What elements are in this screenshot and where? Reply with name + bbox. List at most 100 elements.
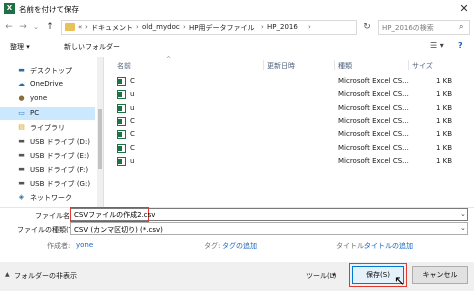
navigation-bar: ← → ⌄ ↑ « › ドキュメント › old_mydoc › HP用データフ… [0,17,474,37]
search-icon[interactable]: ⌕ [459,22,463,32]
column-divider[interactable] [408,60,409,70]
file-name: u [130,156,135,165]
sidebar-item-label: USB ドライブ (E:) [30,152,90,160]
column-header-modified[interactable]: 更新日時 [267,61,295,71]
column-divider[interactable] [334,60,335,70]
filetype-value: CSV (カンマ区切り) (*.csv) [74,226,163,234]
usb-drive-icon: ▬ [18,151,25,159]
file-size: 1 KB [436,116,453,125]
network-icon: ◈ [18,193,25,201]
tags-label: タグ: [204,242,221,250]
file-row[interactable]: C Microsoft Excel CS... 1 KB [114,75,468,88]
organize-menu[interactable]: 整理 ▾ [10,42,30,52]
tools-dropdown-icon[interactable]: ▾ [332,271,336,279]
sidebar-item[interactable]: ▬ USB ドライブ (D:) [0,135,95,148]
sidebar-scroll-thumb[interactable] [98,109,102,169]
file-size: 1 KB [436,90,453,99]
folder-icon [65,23,75,31]
filetype-select[interactable]: CSV (カンマ区切り) (*.csv) ⌄ [70,222,468,235]
file-name: C [130,143,135,152]
desktop-icon: ▬ [18,66,25,74]
onedrive-icon: ☁ [18,80,25,88]
file-type: Microsoft Excel CS... [338,103,409,112]
breadcrumb-separator: › [136,23,139,31]
excel-csv-file-icon [117,130,126,140]
file-type: Microsoft Excel CS... [338,143,409,152]
hide-folders-icon[interactable]: ▲ [5,271,10,278]
file-type: Microsoft Excel CS... [338,130,409,139]
file-name: u [130,90,135,99]
excel-csv-file-icon [117,116,126,126]
refresh-icon[interactable]: ↻ [360,20,374,35]
navigation-pane: ▬ デスクトップ ☁ OneDrive ● yone ▭ PC ▤ ライブラリ ▬ USB ドライブ … [0,57,104,207]
sidebar-item-label: USB ドライブ (F:) [30,166,89,174]
excel-csv-file-icon [117,103,126,113]
sidebar-item-label: OneDrive [30,80,63,88]
sidebar-item[interactable]: ▬ デスクトップ [0,64,95,77]
filetype-dropdown-icon[interactable]: ⌄ [460,224,466,232]
sidebar-item-label: ライブラリ [30,124,65,132]
sidebar-item[interactable]: ▭ PC [0,107,95,120]
breadcrumb-item[interactable]: ドキュメント [91,23,133,33]
sidebar-item[interactable]: ▬ USB ドライブ (E:) [0,149,95,162]
cancel-button[interactable]: キャンセル [412,266,468,284]
sidebar-item[interactable]: ▬ USB ドライブ (G:) [0,177,95,190]
title-bar: X 名前を付けて保存 ✕ [0,0,474,17]
file-row[interactable]: C Microsoft Excel CS... 1 KB [114,142,468,155]
mouse-cursor-icon: ↖ [394,274,405,289]
pc-icon: ▭ [18,109,25,117]
up-arrow-icon[interactable]: ↑ [44,20,56,34]
close-icon[interactable]: ✕ [456,1,472,16]
sidebar-item[interactable]: ● yone [0,92,95,105]
sidebar-item[interactable]: ☁ OneDrive [0,78,95,91]
file-row[interactable]: u Microsoft Excel CS... 1 KB [114,155,468,168]
file-name: C [130,77,135,85]
column-header-size[interactable]: サイズ [412,61,433,71]
sidebar-item-label: デスクトップ [30,67,72,75]
window-title: 名前を付けて保存 [19,5,79,14]
file-list: 名前 ^ 更新日時 種類 サイズ C Microsoft Excel CS... 1… [108,56,474,207]
search-input[interactable]: HP_2016の検索 ⌕ [378,20,470,35]
file-type: Microsoft Excel CS... [338,156,409,165]
file-type: Microsoft Excel CS... [338,90,409,99]
column-header-type[interactable]: 種類 [338,61,352,71]
file-row[interactable]: u Microsoft Excel CS... 1 KB [114,102,468,115]
address-bar[interactable]: « › ドキュメント › old_mydoc › HP用データファイル › HP… [61,20,357,35]
sidebar-item[interactable]: ▬ USB ドライブ (F:) [0,163,95,176]
new-folder-button[interactable]: 新しいフォルダー [64,42,120,52]
filename-highlight-box: CSVファイルの作成2.csv [70,207,155,222]
excel-csv-file-icon [117,156,126,166]
breadcrumb-item[interactable]: HP用データファイル [189,23,255,33]
excel-csv-file-icon [117,90,126,100]
file-row[interactable]: u Microsoft Excel CS... 1 KB [114,88,468,101]
hide-folders-button[interactable]: フォルダーの非表示 [14,271,77,281]
back-arrow-icon[interactable]: ← [3,20,15,34]
sidebar-item[interactable]: ▤ ライブラリ [0,121,95,134]
breadcrumb-item[interactable]: HP_2016 [267,23,298,31]
command-toolbar: 整理 ▾ 新しいフォルダー ☰ ▾ ? [0,38,474,56]
recent-locations-chevron-icon[interactable]: ⌄ [30,20,42,34]
file-row[interactable]: C Microsoft Excel CS... 1 KB [114,128,468,141]
filetype-label: ファイルの種類(T): [17,226,79,234]
filename-value[interactable]: CSVファイルの作成2.csv [74,210,155,220]
breadcrumb-overflow[interactable]: « [78,23,82,31]
view-options-icon[interactable]: ☰ ▾ [430,41,444,50]
usb-drive-icon: ▬ [18,165,25,173]
file-row[interactable]: C Microsoft Excel CS... 1 KB [114,115,468,128]
usb-drive-icon: ▬ [18,179,25,187]
title-meta-value[interactable]: タイトルの追加 [364,241,413,251]
tags-value[interactable]: タグの追加 [222,241,257,251]
sidebar-item[interactable]: ◈ ネットワーク [0,191,95,204]
filename-dropdown-icon[interactable]: ⌄ [460,210,466,218]
author-value[interactable]: yone [76,241,93,249]
column-header-name[interactable]: 名前 [117,61,131,71]
forward-arrow-icon[interactable]: → [17,20,29,34]
sidebar-item-label: yone [30,94,48,102]
file-type: Microsoft Excel CS... [338,77,409,85]
column-divider[interactable] [263,60,264,70]
sidebar-item-label: USB ドライブ (G:) [30,180,91,188]
breadcrumb-separator: › [85,23,88,31]
help-icon[interactable]: ? [458,41,463,50]
breadcrumb-item[interactable]: old_mydoc [142,23,180,31]
file-size: 1 KB [436,77,453,85]
